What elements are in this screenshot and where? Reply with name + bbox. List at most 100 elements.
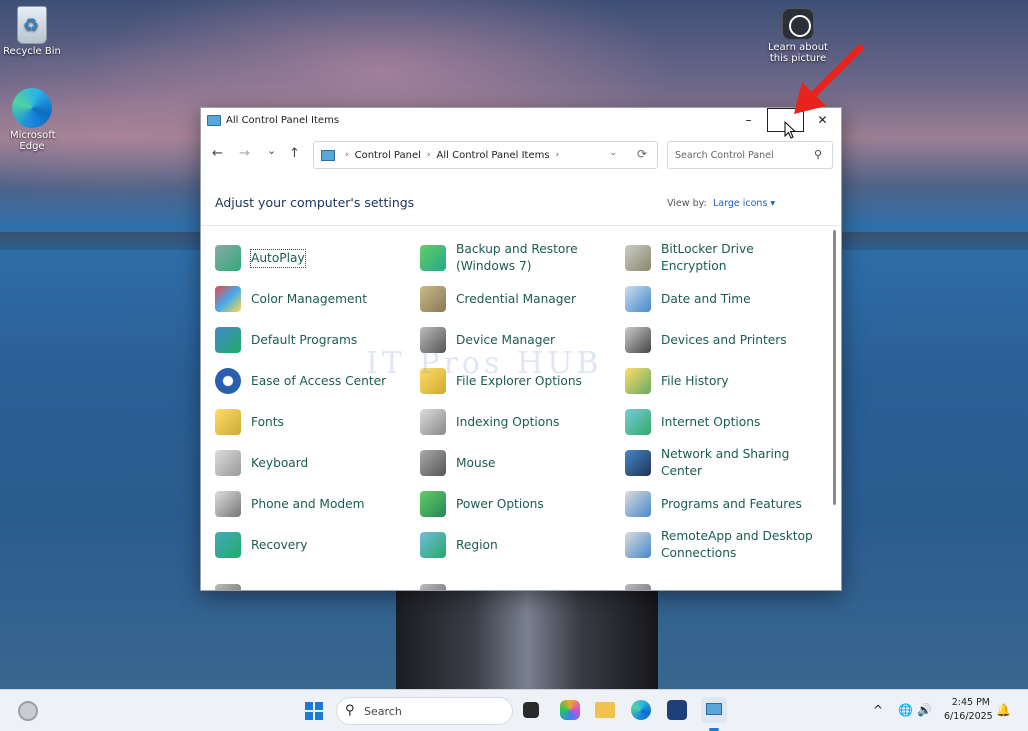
- calendar-icon: [625, 286, 651, 312]
- mouse-icon: [420, 450, 446, 476]
- taskbar-search[interactable]: ⚲ Search: [336, 697, 513, 725]
- control-panel-item[interactable]: Default Programs: [201, 320, 406, 360]
- control-panel-item[interactable]: Recovery: [201, 525, 406, 565]
- scrollbar[interactable]: [833, 230, 836, 505]
- control-panel-item[interactable]: RemoteApp and Desktop Connections: [611, 525, 816, 565]
- control-panel-item[interactable]: Date and Time: [611, 279, 816, 319]
- recycle-bin-icon: [17, 6, 47, 44]
- taskbar: ⚲ Search ^ 🌐 🔊 2:45 PM 6/16/2025 🔔: [0, 689, 1028, 731]
- control-panel-item-label: Fonts: [251, 414, 284, 429]
- up-button[interactable]: ↑: [289, 146, 300, 161]
- desktop-icon-edge[interactable]: Microsoft Edge: [0, 88, 64, 152]
- control-panel-item[interactable]: Programs and Features: [611, 484, 816, 524]
- control-panel-item[interactable]: Internet Options: [611, 402, 816, 442]
- power-icon: [420, 491, 446, 517]
- view-by-label: View by:: [667, 198, 707, 209]
- breadcrumb-control-panel[interactable]: Control Panel: [355, 150, 421, 161]
- control-panel-item-label: AutoPlay: [250, 248, 306, 268]
- desktop-icon-recycle-bin[interactable]: Recycle Bin: [0, 6, 64, 57]
- recent-locations-button[interactable]: ⌄: [267, 144, 276, 157]
- start-button[interactable]: [305, 702, 323, 720]
- control-panel-item-label: RemoteApp and Desktop Connections: [661, 529, 813, 560]
- control-panel-item[interactable]: Ease of Access Center: [201, 361, 406, 401]
- widgets-icon[interactable]: [18, 701, 38, 721]
- clock[interactable]: 2:45 PM 6/16/2025: [944, 696, 993, 724]
- control-panel-item[interactable]: File Explorer Options: [406, 361, 611, 401]
- forward-button[interactable]: →: [239, 146, 250, 161]
- credential-icon: [420, 286, 446, 312]
- volume-icon[interactable]: 🔊: [917, 703, 932, 717]
- control-panel-item[interactable]: Devices and Printers: [611, 320, 816, 360]
- view-by-dropdown[interactable]: Large icons ▾: [713, 198, 775, 209]
- notification-bell-icon[interactable]: 🔔: [996, 703, 1011, 717]
- control-panel-item[interactable]: Region: [406, 525, 611, 565]
- bitlocker-icon: [625, 245, 651, 271]
- control-panel-taskbar-button[interactable]: [701, 697, 727, 723]
- control-panel-item[interactable]: Credential Manager: [406, 279, 611, 319]
- control-panel-item[interactable]: Keyboard: [201, 443, 406, 483]
- control-panel-item[interactable]: BitLocker Drive Encryption: [611, 238, 816, 278]
- control-panel-item[interactable]: Mouse: [406, 443, 611, 483]
- desktop-icon-label: Microsoft Edge: [10, 130, 56, 152]
- title-bar[interactable]: All Control Panel Items – ✕: [201, 108, 841, 132]
- control-panel-item-label: Color Management: [251, 291, 367, 306]
- search-icon: ⚲: [813, 148, 822, 161]
- minimize-button[interactable]: –: [730, 108, 767, 132]
- control-panel-item[interactable]: Phone and Modem: [201, 484, 406, 524]
- control-panel-item-label: Internet Options: [661, 414, 761, 429]
- control-panel-items: AutoPlay Backup and Restore (Windows 7) Bi…: [201, 238, 827, 590]
- region-icon: [420, 532, 446, 558]
- file-history-icon: [625, 368, 651, 394]
- programs-icon: [625, 491, 651, 517]
- control-panel-item-label: Devices and Printers: [661, 332, 787, 347]
- control-panel-item[interactable]: Fonts: [201, 402, 406, 442]
- breadcrumb-all-items[interactable]: All Control Panel Items: [437, 150, 550, 161]
- store-icon[interactable]: [667, 700, 687, 720]
- file-explorer-icon[interactable]: [595, 702, 615, 718]
- control-panel-item[interactable]: Backup and Restore (Windows 7): [406, 238, 611, 278]
- recovery-icon: [215, 532, 241, 558]
- control-panel-item[interactable]: Network and Sharing Center: [611, 443, 816, 483]
- default-programs-icon: [215, 327, 241, 353]
- start-logo-tile: [315, 712, 323, 720]
- start-logo-tile: [305, 702, 313, 710]
- address-bar[interactable]: › Control Panel › All Control Panel Item…: [313, 141, 658, 169]
- control-panel-item-label: Region: [456, 537, 498, 552]
- edge-icon[interactable]: [631, 700, 651, 720]
- tray-overflow-chevron[interactable]: ^: [873, 703, 883, 717]
- control-panel-item[interactable]: Indexing Options: [406, 402, 611, 442]
- taskbar-search-label: Search: [364, 704, 402, 718]
- control-panel-item[interactable]: Power Options: [406, 484, 611, 524]
- control-panel-item-partial[interactable]: [201, 577, 406, 590]
- copilot-icon[interactable]: [560, 700, 580, 720]
- start-logo-tile: [305, 712, 313, 720]
- control-panel-item[interactable]: File History: [611, 361, 816, 401]
- control-panel-item-label: Indexing Options: [456, 414, 560, 429]
- task-view-icon[interactable]: [523, 702, 539, 718]
- search-placeholder: Search Control Panel: [675, 149, 774, 161]
- ease-of-access-icon: [215, 368, 241, 394]
- control-panel-icon: [321, 149, 335, 161]
- control-panel-item-label: File Explorer Options: [456, 373, 582, 388]
- control-panel-item-label: Keyboard: [251, 455, 309, 470]
- control-panel-item-label: Default Programs: [251, 332, 358, 347]
- autoplay-icon: [215, 245, 241, 271]
- refresh-icon[interactable]: ⟳: [637, 147, 647, 161]
- control-panel-item-label: Date and Time: [661, 291, 751, 306]
- backup-icon: [420, 245, 446, 271]
- back-button[interactable]: ←: [212, 146, 223, 161]
- control-panel-item-label: Ease of Access Center: [251, 373, 387, 388]
- control-panel-item-partial[interactable]: [406, 577, 611, 590]
- control-panel-item[interactable]: AutoPlay: [201, 238, 406, 278]
- control-panel-item[interactable]: Device Manager: [406, 320, 611, 360]
- control-panel-icon: [706, 703, 722, 715]
- edge-icon: [12, 88, 52, 128]
- remoteapp-icon: [625, 532, 651, 558]
- control-panel-item-label: Backup and Restore (Windows 7): [456, 242, 578, 273]
- header-area: Adjust your computer's settings View by:…: [201, 190, 841, 226]
- network-icon[interactable]: 🌐: [898, 703, 913, 717]
- address-dropdown-icon[interactable]: ⌄: [609, 148, 617, 158]
- search-control-panel-input[interactable]: Search Control Panel ⚲: [667, 141, 833, 169]
- control-panel-item-partial[interactable]: [611, 577, 816, 590]
- control-panel-item[interactable]: Color Management: [201, 279, 406, 319]
